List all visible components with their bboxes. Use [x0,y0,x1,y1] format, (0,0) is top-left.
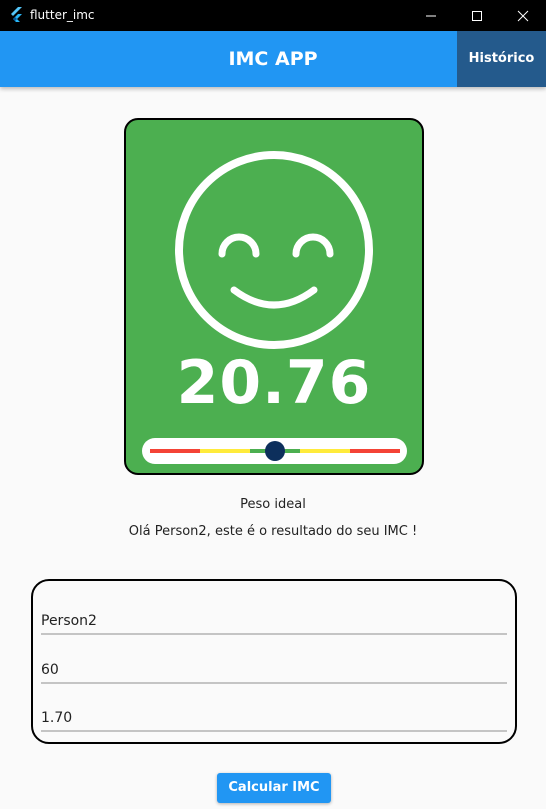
close-icon [517,10,529,21]
weight-input[interactable] [41,644,507,682]
height-input[interactable] [41,692,507,730]
imc-result-card: 20.76 [124,118,424,475]
weight-field [41,644,507,684]
imc-form [31,579,517,744]
window-title: flutter_imc [30,8,95,22]
name-field [41,595,507,635]
imc-status-text: Peso ideal [240,497,306,512]
result-greeting-text: Olá Person2, este é o resultado do seu I… [128,524,418,539]
name-input[interactable] [41,595,507,633]
close-button[interactable] [500,0,546,31]
minimize-icon [426,15,436,16]
scale-indicator [265,441,285,461]
history-button[interactable]: Histórico [457,31,546,87]
app-bar: IMC APP Histórico [0,31,546,87]
smiley-face-icon [174,150,374,354]
flutter-icon [10,7,24,23]
window-titlebar: flutter_imc [0,0,546,31]
minimize-button[interactable] [408,0,454,31]
calculate-imc-button[interactable]: Calcular IMC [217,773,331,803]
imc-scale [142,438,407,464]
height-field [41,692,507,732]
maximize-button[interactable] [454,0,500,31]
maximize-icon [472,10,482,21]
imc-value: 20.76 [176,348,372,418]
